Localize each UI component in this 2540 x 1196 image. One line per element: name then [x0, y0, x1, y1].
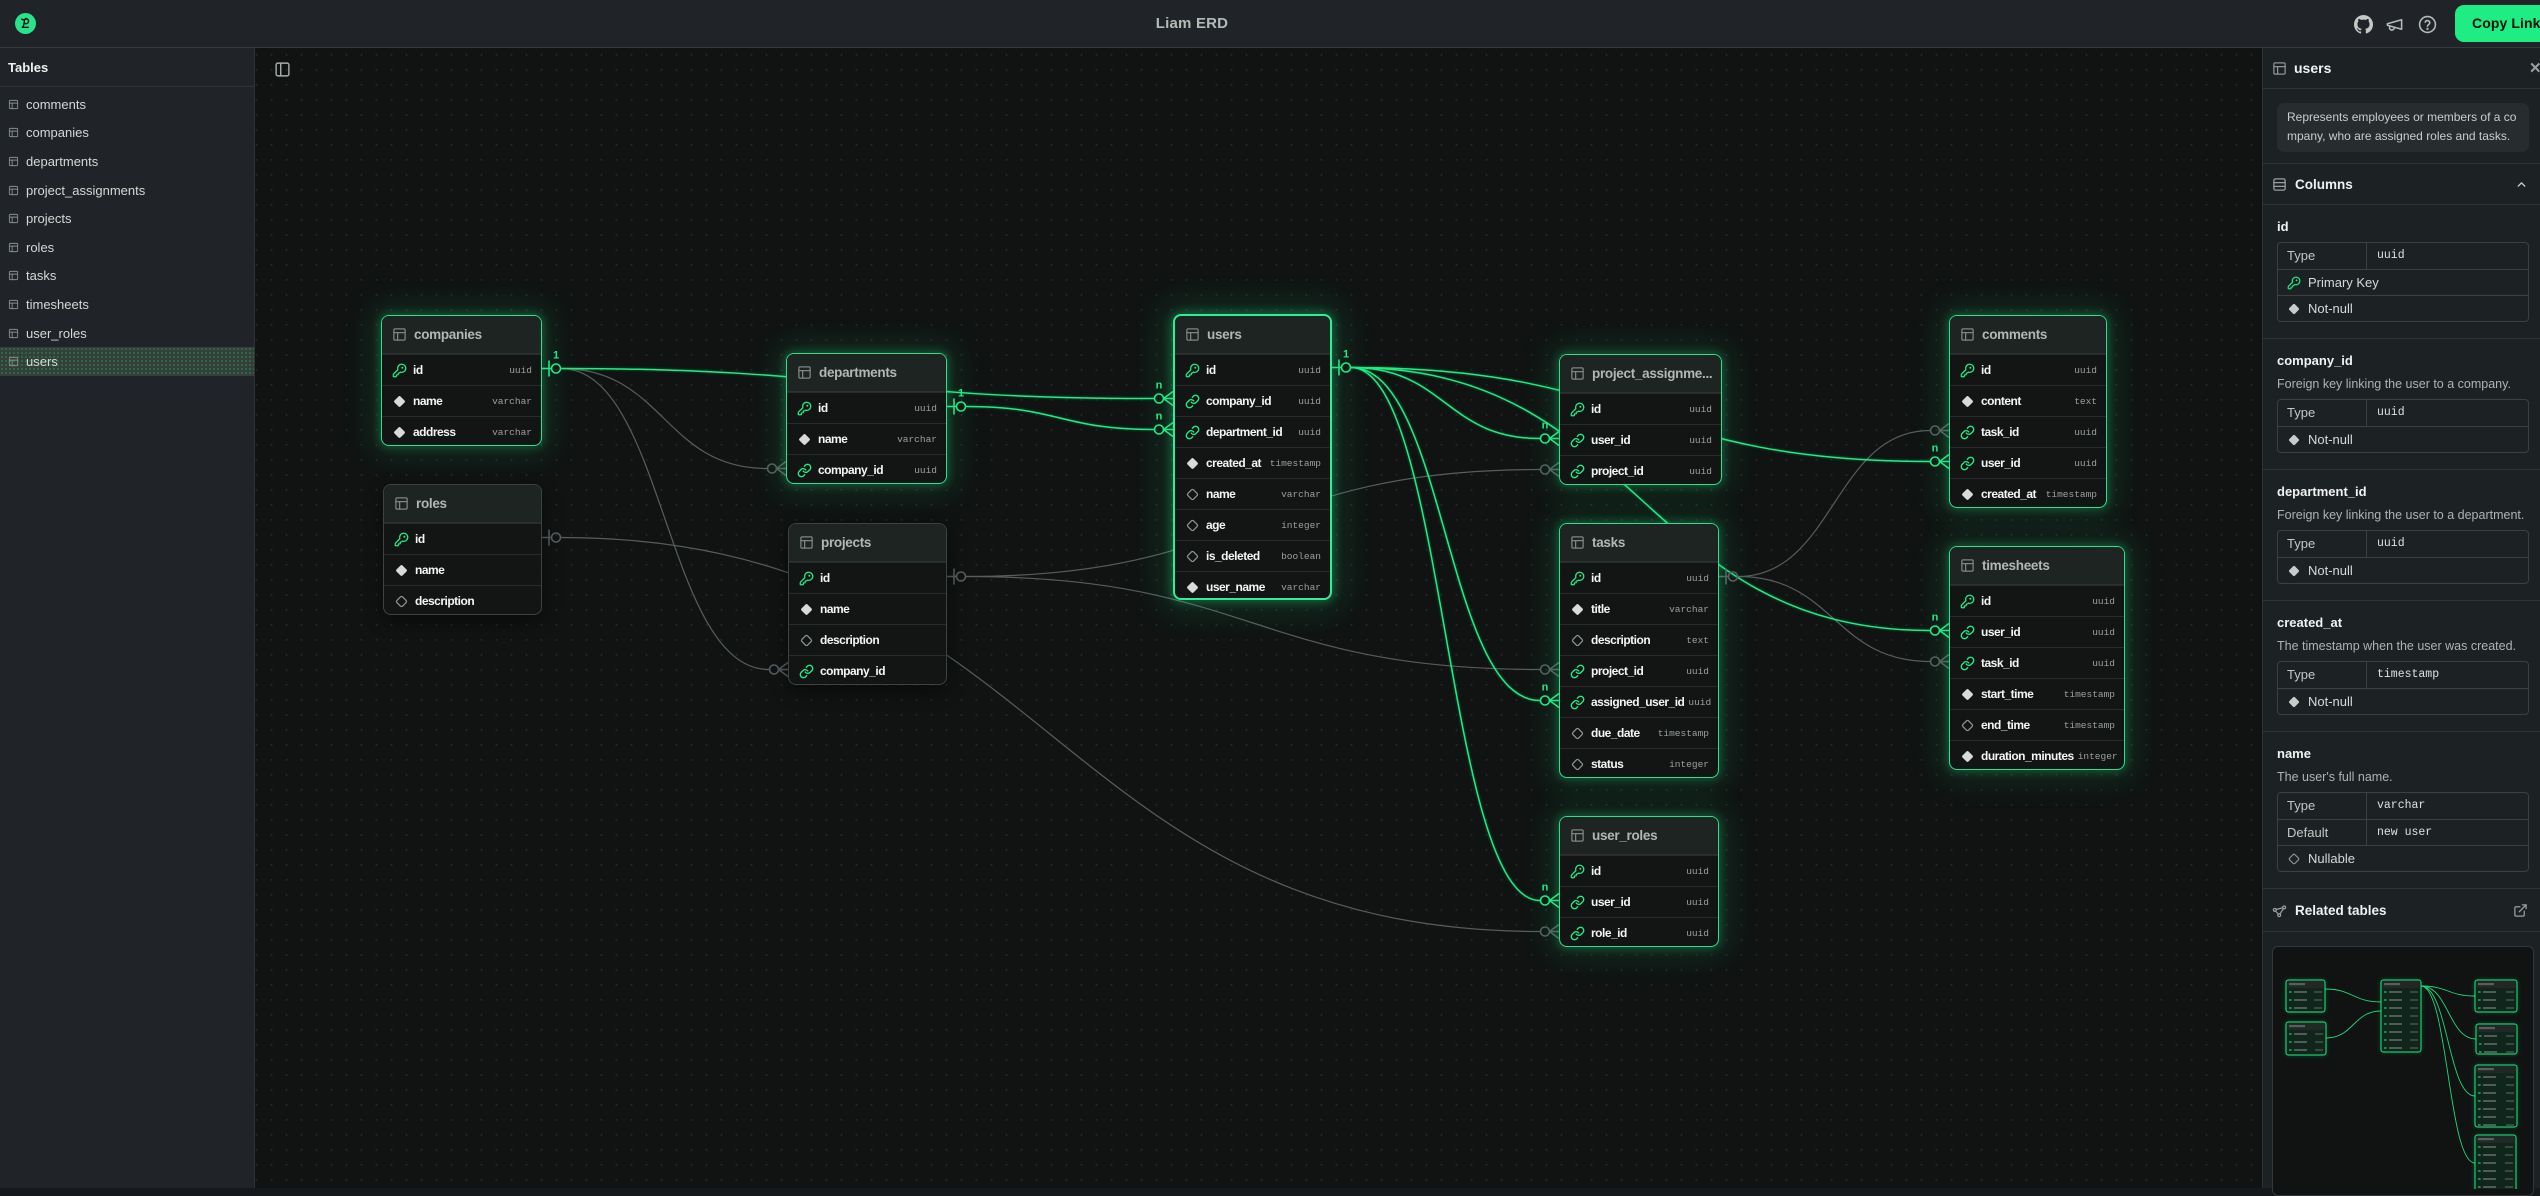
- svg-text:1: 1: [958, 388, 964, 400]
- svg-text:n: n: [1932, 612, 1939, 624]
- svg-text:n: n: [1542, 682, 1549, 694]
- svg-text:n: n: [1542, 420, 1549, 432]
- svg-text:n: n: [1932, 443, 1939, 455]
- svg-text:1: 1: [553, 350, 559, 362]
- svg-text:n: n: [1156, 411, 1163, 423]
- svg-text:1: 1: [1343, 349, 1349, 361]
- svg-text:n: n: [1156, 380, 1163, 392]
- svg-text:n: n: [1542, 882, 1549, 894]
